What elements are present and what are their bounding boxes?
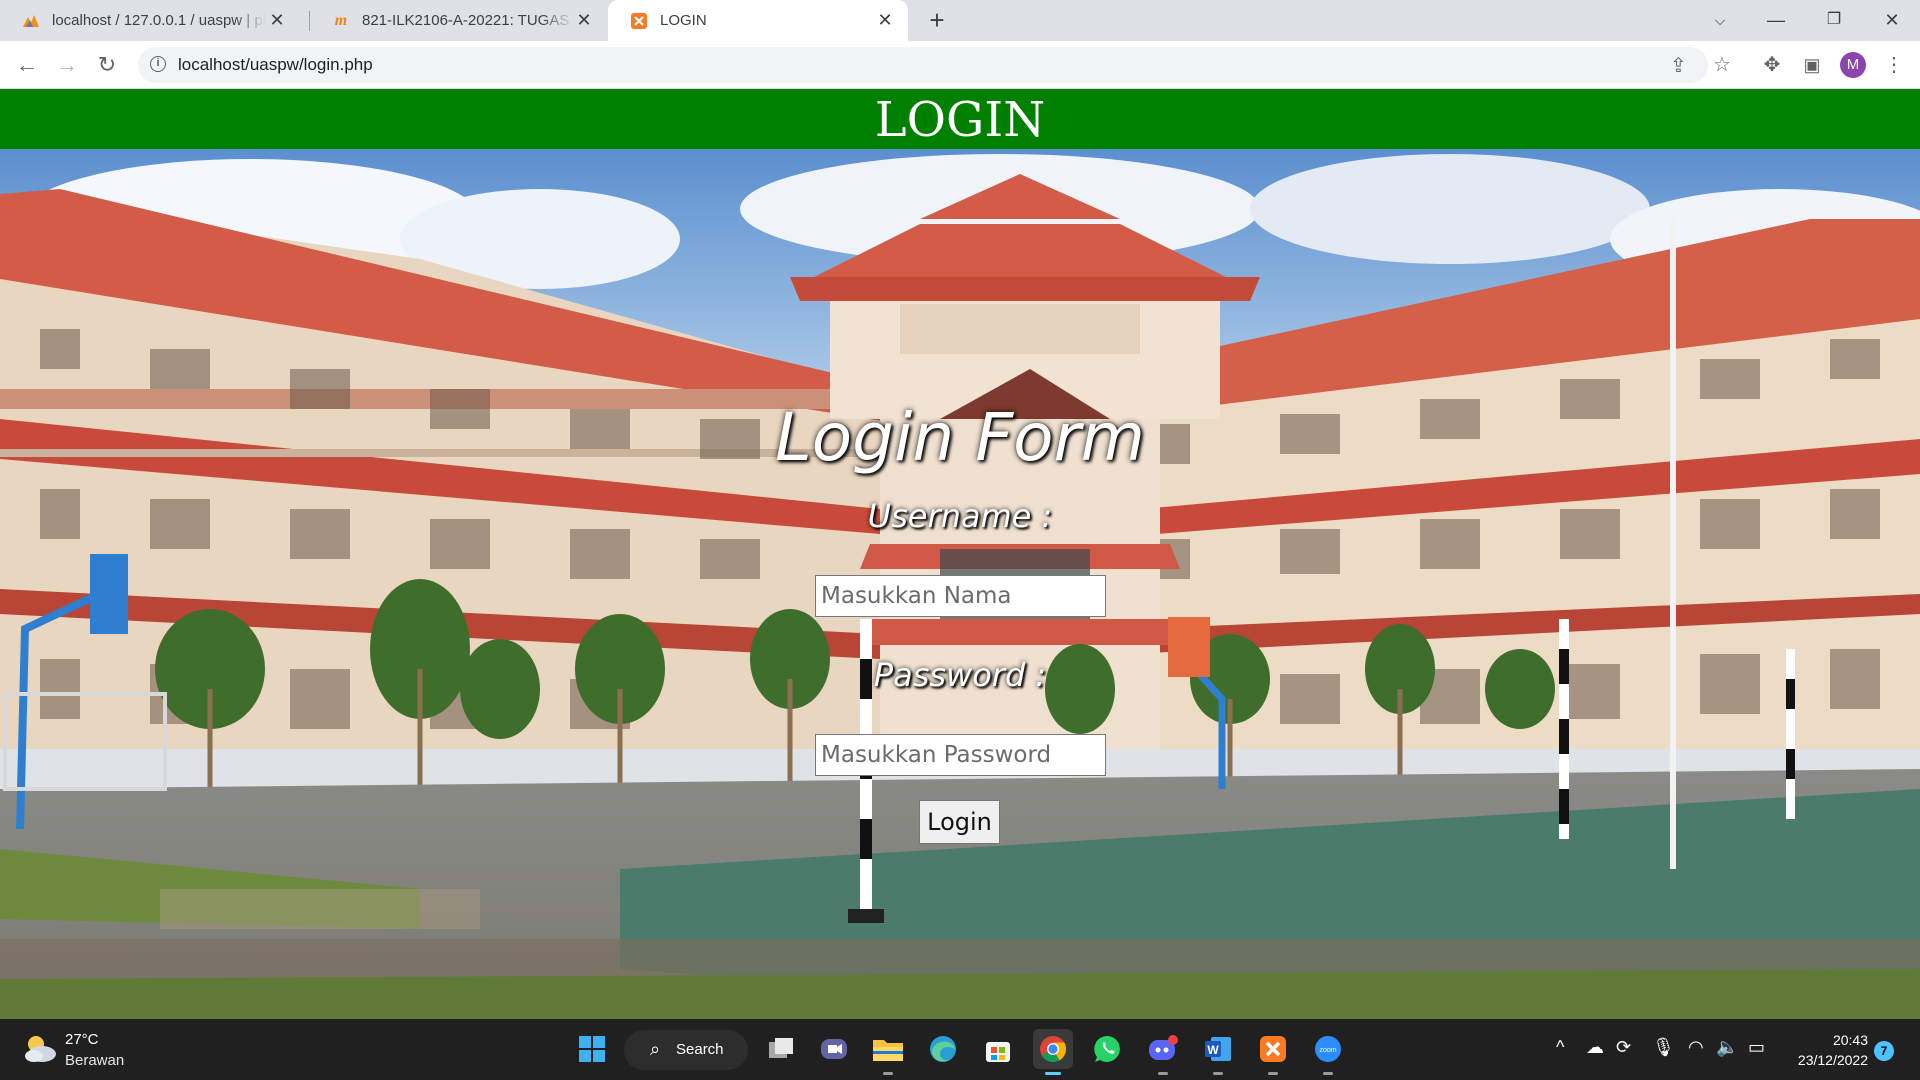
page-title: LOGIN	[874, 92, 1046, 148]
login-form-title: Login Form	[775, 399, 1145, 476]
store-icon[interactable]	[978, 1029, 1018, 1069]
extensions-puzzle-icon[interactable]: ✥	[1758, 51, 1786, 79]
taskbar: 27°C Berawan ⌕ Search W zoom ^ ☁ ⟳ 🎙 ◠ 🔈…	[0, 1019, 1920, 1080]
battery-icon[interactable]: ▭	[1748, 1037, 1765, 1058]
bookmark-star-icon[interactable]: ☆	[1708, 51, 1736, 79]
page-viewport: LOGIN Login Form Username : Password : L…	[0, 89, 1920, 1019]
tab-title: LOGIN	[660, 12, 707, 29]
discord-icon[interactable]	[1143, 1029, 1183, 1075]
xampp-icon	[630, 12, 648, 30]
tab-login[interactable]: LOGIN ✕	[608, 0, 908, 41]
svg-text:zoom: zoom	[1319, 1047, 1336, 1054]
share-icon[interactable]: ⇪	[1670, 53, 1687, 78]
search-label: Search	[676, 1041, 724, 1058]
teams-icon[interactable]	[814, 1029, 854, 1069]
close-icon[interactable]: ✕	[874, 10, 896, 31]
tab-moodle[interactable]: m 821-ILK2106-A-20221: TUGAS PERTEMUAN ✕	[310, 0, 607, 41]
sync-icon[interactable]: ⟳	[1616, 1037, 1631, 1058]
restore-button[interactable]: ❐	[1806, 0, 1862, 41]
taskbar-search-button[interactable]: ⌕ Search	[624, 1030, 748, 1070]
url-text[interactable]: localhost/uaspw/login.php	[178, 55, 373, 75]
username-label: Username :	[867, 497, 1053, 535]
password-input[interactable]	[815, 734, 1106, 776]
tab-title: 821-ILK2106-A-20221: TUGAS PERTEMUAN	[362, 12, 573, 29]
background-photo	[0, 149, 1920, 1019]
chevron-up-icon[interactable]: ^	[1556, 1037, 1564, 1058]
close-icon[interactable]: ✕	[266, 10, 288, 31]
tab-strip: localhost / 127.0.0.1 / uaspw | phpMyAdm…	[0, 0, 1920, 41]
username-input[interactable]	[815, 575, 1106, 617]
menu-kebab-icon[interactable]: ⋮	[1880, 51, 1908, 79]
weather-description[interactable]: Berawan	[65, 1052, 124, 1069]
moodle-icon: m	[334, 11, 348, 29]
address-bar[interactable]: i localhost/uaspw/login.php ⇪	[138, 47, 1708, 83]
volume-icon[interactable]: 🔈	[1716, 1037, 1738, 1058]
tab-search-chevron-icon[interactable]: ⌵	[1692, 0, 1748, 41]
avatar[interactable]: M	[1840, 52, 1866, 78]
notification-badge[interactable]: 7	[1874, 1041, 1894, 1061]
login-button[interactable]: Login	[919, 800, 1000, 844]
start-icon[interactable]	[572, 1029, 612, 1069]
side-panel-icon[interactable]: ▣	[1798, 51, 1826, 79]
tab-phpmyadmin[interactable]: localhost / 127.0.0.1 / uaspw | phpMyAdm…	[0, 0, 300, 41]
chrome-icon[interactable]	[1033, 1029, 1073, 1075]
task-view-icon[interactable]	[761, 1029, 801, 1069]
zoom-icon[interactable]: zoom	[1308, 1029, 1348, 1075]
back-arrow-icon[interactable]: ←	[11, 49, 43, 81]
tab-title: localhost / 127.0.0.1 / uaspw | phpMyAdm…	[52, 12, 266, 29]
whatsapp-icon[interactable]	[1088, 1029, 1128, 1069]
word-icon[interactable]: W	[1198, 1029, 1238, 1075]
microphone-icon[interactable]: 🎙	[1652, 1037, 1675, 1058]
forward-arrow-icon[interactable]: →	[51, 49, 83, 81]
clock-date: 23/12/2022	[1797, 1052, 1868, 1068]
browser-toolbar: ← → ↻ i localhost/uaspw/login.php ⇪ ☆ ✥ …	[0, 41, 1920, 89]
weather-cloud-sun-icon[interactable]	[22, 1032, 58, 1066]
new-tab-button[interactable]: +	[922, 6, 952, 36]
system-clock[interactable]: 20:43 23/12/2022	[1790, 1030, 1868, 1070]
phpmyadmin-icon	[22, 12, 40, 30]
minimize-button[interactable]: —	[1748, 0, 1804, 41]
page-header: LOGIN	[0, 89, 1920, 149]
weather-temperature[interactable]: 27°C	[65, 1031, 99, 1048]
wifi-icon[interactable]: ◠	[1688, 1037, 1704, 1058]
edge-icon[interactable]	[923, 1029, 963, 1069]
site-info-icon[interactable]: i	[150, 56, 166, 72]
xampp-icon[interactable]	[1253, 1029, 1293, 1075]
file-explorer-icon[interactable]	[868, 1029, 908, 1075]
search-icon: ⌕	[650, 1039, 661, 1059]
svg-text:W: W	[1207, 1043, 1219, 1057]
password-label: Password :	[873, 656, 1047, 694]
onedrive-cloud-icon[interactable]: ☁	[1586, 1037, 1604, 1058]
close-icon[interactable]: ✕	[573, 10, 595, 31]
clock-time: 20:43	[1832, 1032, 1868, 1048]
reload-icon[interactable]: ↻	[91, 49, 123, 81]
close-window-button[interactable]: ✕	[1864, 0, 1920, 41]
